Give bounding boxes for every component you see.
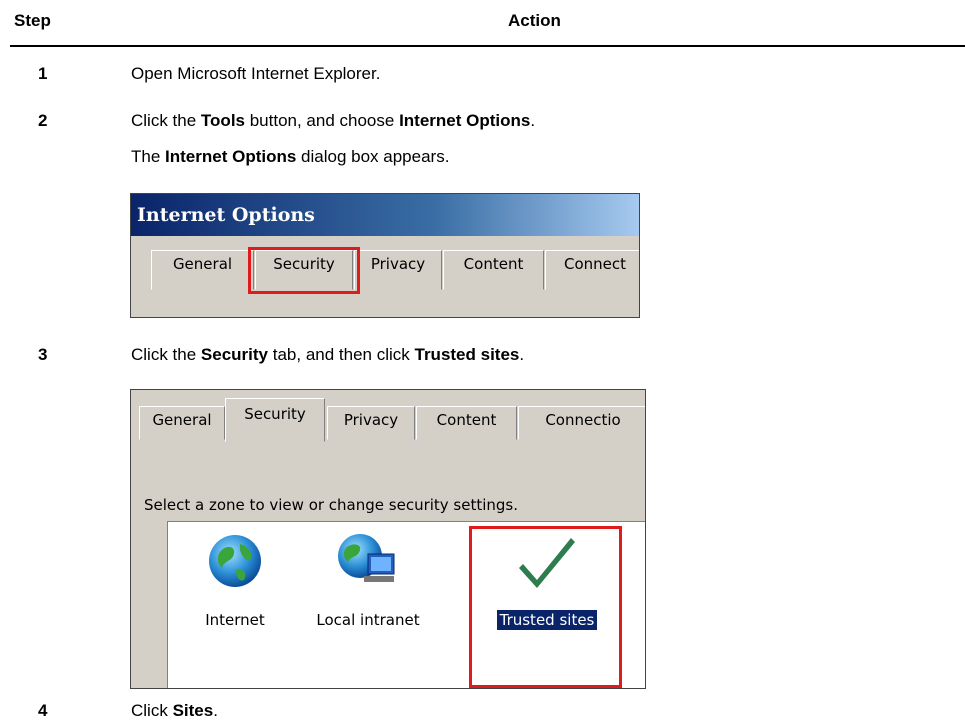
zone-label: Local intranet bbox=[316, 611, 420, 629]
security-tab-screenshot: General Security Privacy Content Connect… bbox=[130, 389, 646, 689]
step-number: 4 bbox=[38, 701, 48, 720]
step-text: The Internet Options dialog box appears. bbox=[131, 147, 449, 167]
tab-connections[interactable]: Connectio bbox=[518, 406, 645, 440]
tab-privacy[interactable]: Privacy bbox=[354, 250, 442, 290]
header-action: Action bbox=[508, 11, 561, 30]
header-step: Step bbox=[14, 11, 51, 30]
tab-security[interactable]: Security bbox=[225, 398, 325, 442]
step-text: Click the Security tab, and then click T… bbox=[131, 345, 524, 365]
emphasis-text: Internet Options bbox=[399, 111, 531, 130]
plain-text: Open Microsoft Internet Explorer. bbox=[131, 64, 381, 83]
plain-text: . bbox=[519, 345, 525, 364]
plain-text: . bbox=[213, 701, 218, 720]
emphasis-text: Tools bbox=[200, 111, 245, 130]
step-text: Click the Tools button, and choose Inter… bbox=[131, 111, 535, 131]
step-text: Click Sites. bbox=[131, 701, 218, 721]
tab-row: General Security Privacy Content Connect bbox=[131, 236, 639, 317]
plain-text: dialog box appears. bbox=[296, 147, 450, 166]
step-text: Open Microsoft Internet Explorer. bbox=[131, 64, 380, 84]
zone-label: Internet bbox=[205, 611, 265, 629]
step-number: 3 bbox=[38, 345, 48, 364]
network-globe-icon bbox=[338, 534, 395, 582]
plain-text: Click the bbox=[131, 345, 201, 364]
plain-text: Click the bbox=[131, 111, 201, 130]
plain-text: tab, and then click bbox=[268, 345, 415, 364]
dialog-titlebar: Internet Options bbox=[131, 194, 639, 236]
plain-text: Click bbox=[131, 701, 173, 720]
plain-text: button, and choose bbox=[245, 111, 400, 130]
security-tab-highlight bbox=[248, 247, 360, 294]
emphasis-text: Trusted sites bbox=[414, 345, 520, 364]
globe-icon bbox=[209, 535, 261, 587]
plain-text: . bbox=[530, 111, 536, 130]
tab-content[interactable]: Content bbox=[416, 406, 517, 440]
internet-options-screenshot: Internet Options General Security Privac… bbox=[130, 193, 640, 318]
tab-connections[interactable]: Connect bbox=[545, 250, 639, 290]
tab-privacy[interactable]: Privacy bbox=[327, 406, 415, 440]
tab-content[interactable]: Content bbox=[443, 250, 544, 290]
emphasis-text: Sites bbox=[172, 701, 214, 720]
zone-internet[interactable]: Internet bbox=[180, 532, 290, 630]
tab-general[interactable]: General bbox=[151, 250, 254, 290]
zone-local-intranet[interactable]: Local intranet bbox=[288, 532, 448, 630]
step-number: 1 bbox=[38, 64, 48, 83]
zone-prompt: Select a zone to view or change security… bbox=[144, 496, 519, 514]
tab-general[interactable]: General bbox=[139, 406, 225, 440]
step-number: 2 bbox=[38, 111, 48, 130]
header-rule bbox=[10, 45, 965, 47]
trusted-sites-highlight bbox=[469, 526, 622, 688]
emphasis-text: Security bbox=[200, 345, 269, 364]
plain-text: The bbox=[131, 147, 166, 166]
emphasis-text: Internet Options bbox=[165, 147, 297, 166]
